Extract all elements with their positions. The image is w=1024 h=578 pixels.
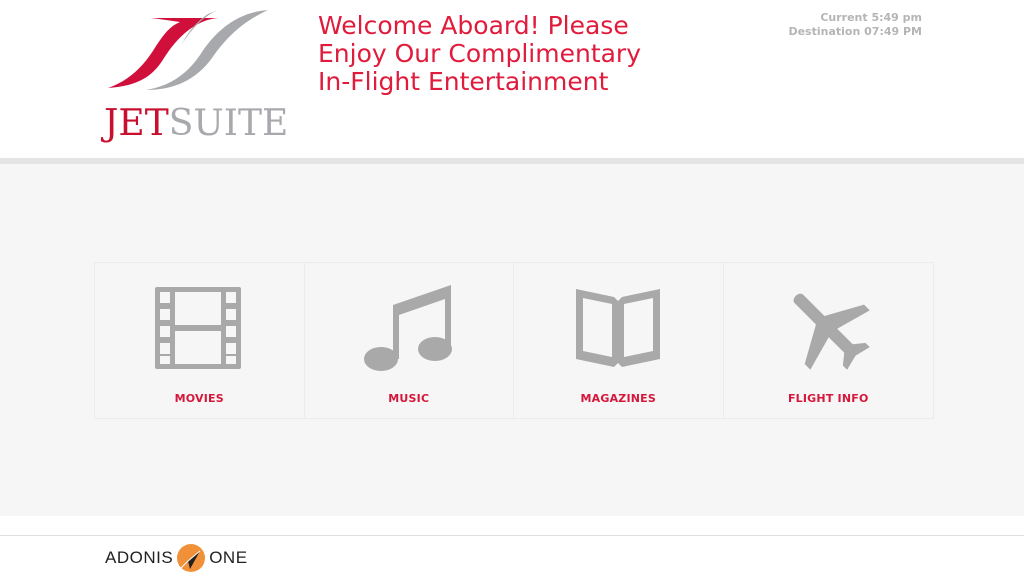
logo-word-suite: SUITE bbox=[168, 103, 289, 144]
jetsuite-logo: JETSUITE bbox=[100, 6, 288, 151]
tile-label-flight-info: FLIGHT INFO bbox=[787, 392, 869, 405]
airplane-icon bbox=[793, 293, 870, 370]
music-note-icon bbox=[363, 285, 452, 371]
tile-label-music: MUSIC bbox=[388, 392, 430, 405]
adonis-one-logo: ADONIS ONE bbox=[105, 544, 248, 572]
welcome-line-1: Welcome Aboard! Please bbox=[318, 11, 629, 40]
time-display: Current 5:49 pm Destination 07:49 PM bbox=[788, 11, 922, 39]
jetsuite-wordmark: JETSUITE bbox=[104, 103, 288, 144]
header: JETSUITE Welcome Aboard! Please Enjoy Ou… bbox=[0, 0, 1024, 158]
footer-brand-left: ADONIS bbox=[105, 548, 174, 567]
tile-label-magazines: MAGAZINES bbox=[580, 392, 656, 405]
footer: ADONIS ONE bbox=[0, 536, 1024, 578]
tile-label-movies: MOVIES bbox=[174, 392, 224, 405]
current-time: Current 5:49 pm bbox=[820, 11, 922, 24]
app-screen: JETSUITE Welcome Aboard! Please Enjoy Ou… bbox=[0, 0, 1024, 578]
tile-music[interactable]: MUSIC bbox=[304, 263, 514, 418]
jetsuite-swoosh-icon bbox=[108, 10, 268, 90]
tile-flight-info[interactable]: FLIGHT INFO bbox=[723, 263, 933, 418]
film-icon bbox=[155, 287, 242, 369]
logo-word-jet: JET bbox=[104, 103, 169, 144]
tile-movies[interactable]: MOVIES bbox=[95, 263, 305, 418]
welcome-line-2: Enjoy Our Complimentary bbox=[318, 39, 642, 68]
welcome-message: Welcome Aboard! Please Enjoy Our Complim… bbox=[318, 12, 738, 96]
open-book-icon bbox=[576, 289, 661, 367]
tile-magazines[interactable]: MAGAZINES bbox=[514, 263, 724, 418]
main-panel: MOVIES MUSIC MAGAZINES FLIGHT INFO bbox=[0, 164, 1024, 516]
menu-tiles: MOVIES MUSIC MAGAZINES FLIGHT INFO bbox=[94, 262, 934, 419]
welcome-line-3: In-Flight Entertainment bbox=[318, 67, 609, 96]
destination-time: Destination 07:49 PM bbox=[788, 25, 922, 38]
footer-brand-right: ONE bbox=[209, 548, 248, 567]
paper-plane-icon bbox=[177, 544, 206, 572]
